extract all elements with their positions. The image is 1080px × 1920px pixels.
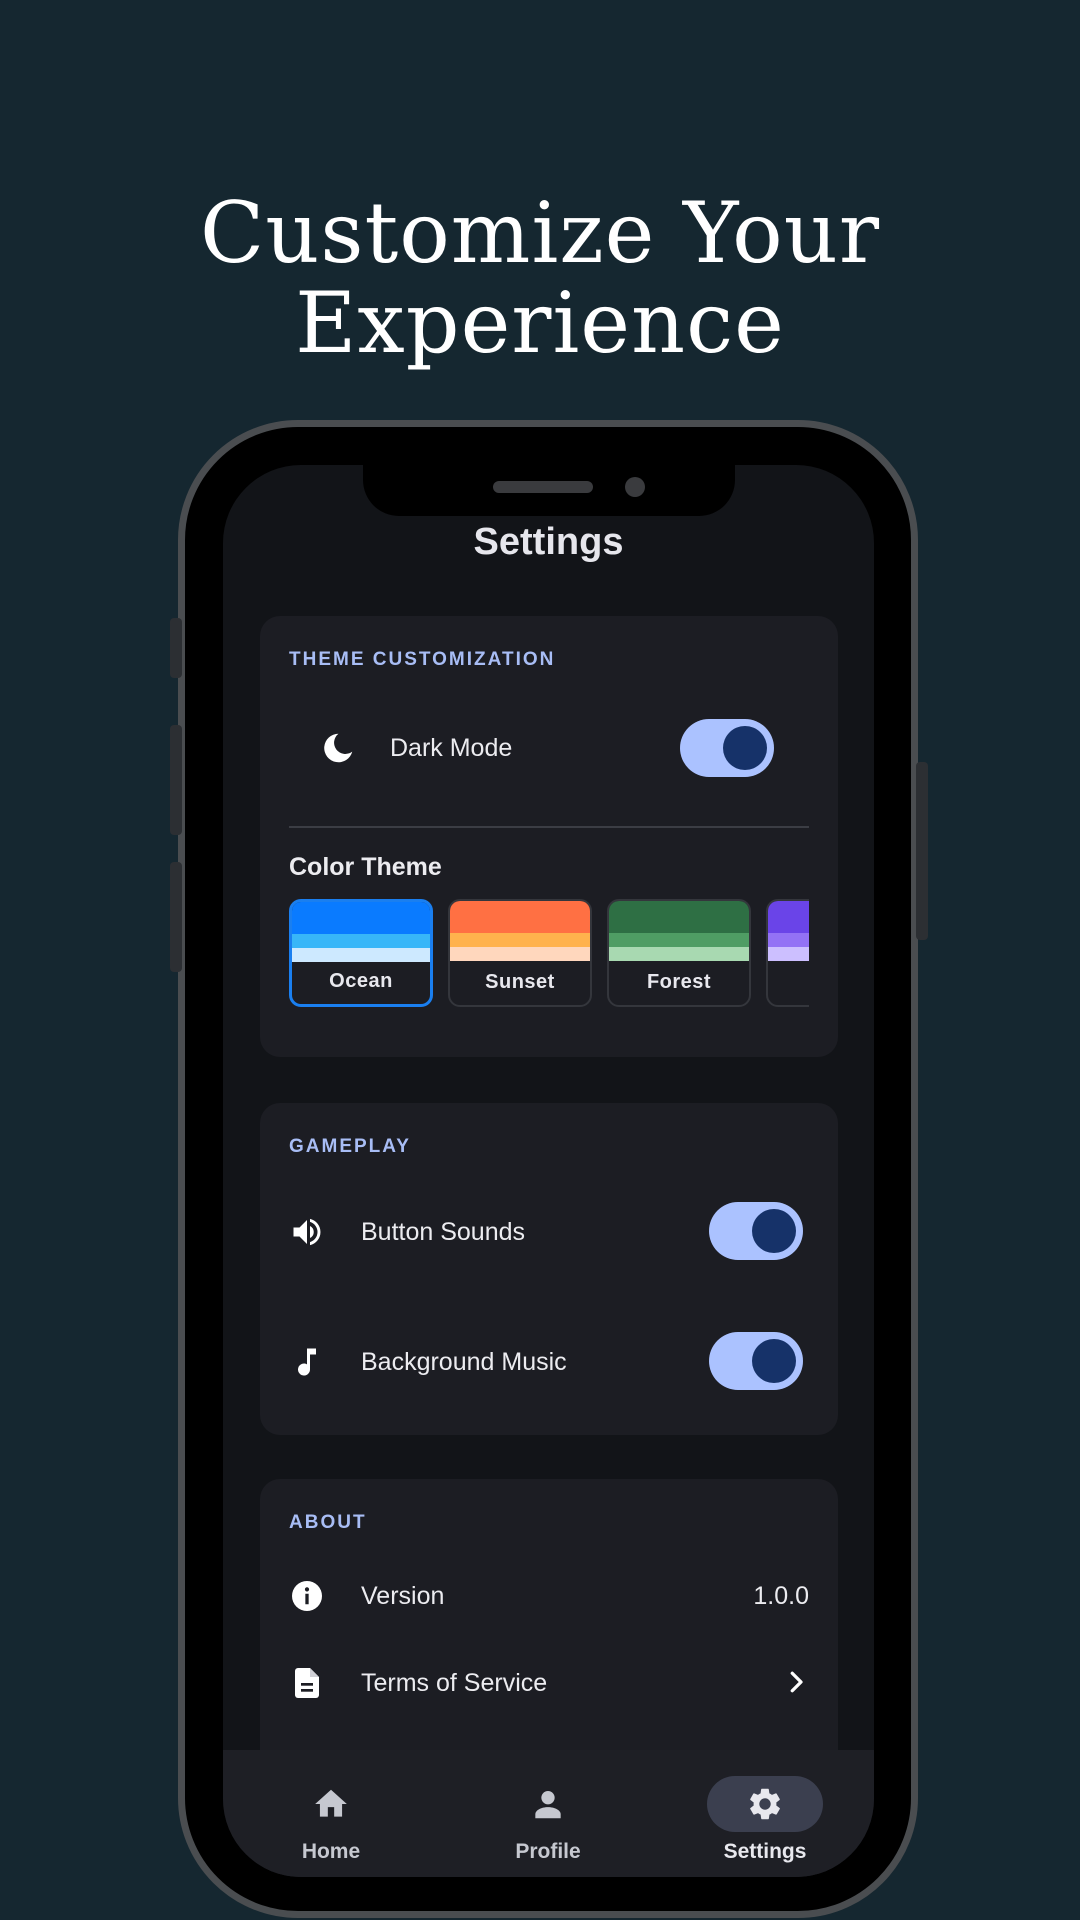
version-row: Version 1.0.0 xyxy=(260,1560,838,1630)
nav-profile[interactable]: Profile xyxy=(468,1750,628,1877)
phone-power-button xyxy=(916,762,928,940)
notch-camera xyxy=(625,477,645,497)
headline: Customize Your Experience xyxy=(0,188,1080,368)
color-theme-list[interactable]: Ocean Sunset Forest xyxy=(289,899,809,1009)
theme-swatch-label: Ocean xyxy=(329,970,393,992)
terms-of-service-label: Terms of Service xyxy=(361,1669,548,1697)
color-theme-title: Color Theme xyxy=(289,853,442,881)
theme-swatch-label: Sunset xyxy=(485,971,555,993)
theme-swatch-forest[interactable]: Forest xyxy=(607,899,751,1007)
button-sounds-toggle[interactable] xyxy=(709,1202,803,1260)
section-header-gameplay: GAMEPLAY xyxy=(289,1136,411,1157)
dark-mode-toggle[interactable] xyxy=(680,719,774,777)
moon-icon xyxy=(324,733,353,763)
nav-home[interactable]: Home xyxy=(251,1750,411,1877)
headline-line-2: Experience xyxy=(295,274,785,372)
notch xyxy=(363,465,735,516)
toggle-knob xyxy=(723,726,767,770)
background-music-toggle[interactable] xyxy=(709,1332,803,1390)
section-header-theme: THEME CUSTOMIZATION xyxy=(289,649,556,670)
phone-side-button xyxy=(170,618,182,678)
divider xyxy=(289,826,809,828)
theme-swatch-label: Forest xyxy=(646,971,712,993)
version-value: 1.0.0 xyxy=(753,1582,809,1610)
notch-speaker xyxy=(493,481,593,493)
button-sounds-label: Button Sounds xyxy=(361,1218,526,1246)
phone-volume-up-button xyxy=(170,725,182,835)
nav-label: Home xyxy=(301,1840,361,1863)
phone-volume-down-button xyxy=(170,862,182,972)
nav-label: Settings xyxy=(723,1840,807,1863)
info-icon xyxy=(292,1581,322,1611)
background-music-label: Background Music xyxy=(361,1348,567,1376)
theme-swatch-purple[interactable] xyxy=(766,899,809,1007)
chevron-right-icon xyxy=(790,1671,803,1693)
dark-mode-label: Dark Mode xyxy=(390,734,513,762)
background-music-row[interactable]: Background Music xyxy=(260,1326,838,1396)
page-title: Settings xyxy=(473,521,624,563)
phone-screen: Settings THEME CUSTOMIZATION Dark Mode C… xyxy=(223,465,874,1877)
speaker-icon xyxy=(293,1218,321,1246)
button-sounds-row[interactable]: Button Sounds xyxy=(260,1196,838,1266)
home-icon xyxy=(315,1789,347,1817)
gear-icon xyxy=(750,1788,780,1820)
document-icon xyxy=(295,1668,319,1698)
person-icon xyxy=(535,1791,561,1819)
theme-customization-card: THEME CUSTOMIZATION Dark Mode Color Them… xyxy=(260,616,838,1057)
theme-swatch-ocean[interactable]: Ocean xyxy=(289,899,433,1007)
headline-line-1: Customize Your xyxy=(200,184,880,282)
version-label: Version xyxy=(361,1582,445,1610)
bottom-navigation: Home Profile Settings xyxy=(223,1750,874,1877)
nav-label: Profile xyxy=(515,1840,581,1863)
nav-settings[interactable]: Settings xyxy=(685,1750,845,1877)
dark-mode-row[interactable]: Dark Mode xyxy=(260,712,838,782)
toggle-knob xyxy=(752,1209,796,1253)
terms-of-service-row[interactable]: Terms of Service xyxy=(260,1647,838,1717)
theme-swatch-sunset[interactable]: Sunset xyxy=(448,899,592,1007)
music-note-icon xyxy=(298,1348,316,1376)
section-header-about: ABOUT xyxy=(289,1512,367,1533)
gameplay-card: GAMEPLAY Button Sounds Background Music xyxy=(260,1103,838,1435)
toggle-knob xyxy=(752,1339,796,1383)
